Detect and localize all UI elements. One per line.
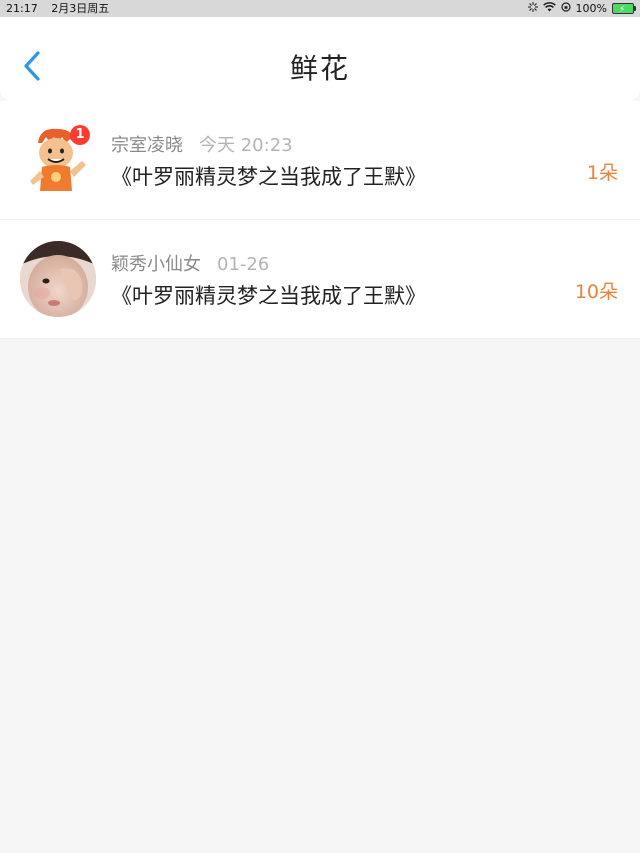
user-name[interactable]: 颖秀小仙女 — [111, 254, 201, 275]
avatar[interactable] — [20, 241, 96, 317]
flower-count: 10朵 — [574, 281, 618, 303]
status-bar-left: 21:17 2月3日周五 — [6, 0, 119, 17]
status-date: 2月3日周五 — [51, 2, 110, 15]
loading-icon — [527, 0, 538, 17]
item-time: 今天 20:23 — [199, 135, 293, 156]
battery-icon: ⚡ — [612, 3, 636, 15]
status-time: 21:17 — [6, 2, 38, 15]
work-title[interactable]: 《叶罗丽精灵梦之当我成了王默》 — [111, 280, 426, 310]
list-item[interactable]: 颖秀小仙女 01-26 《叶罗丽精灵梦之当我成了王默》 10朵 — [0, 220, 640, 339]
item-meta: 宗室凌晓 今天 20:23 — [111, 131, 293, 157]
wifi-icon — [542, 0, 556, 17]
status-bar-right: 100% ⚡ — [527, 0, 636, 17]
user-name[interactable]: 宗室凌晓 — [111, 135, 183, 156]
navigation-bar: 鲜花 — [0, 17, 640, 101]
child-photo-avatar-icon — [20, 241, 96, 317]
item-time: 01-26 — [217, 254, 270, 275]
battery-percent: 100% — [575, 2, 607, 15]
orientation-lock-icon — [560, 0, 571, 17]
status-bar: 21:17 2月3日周五 100% ⚡ — [0, 0, 640, 17]
work-title[interactable]: 《叶罗丽精灵梦之当我成了王默》 — [111, 161, 426, 191]
list-item[interactable]: 1 宗室凌晓 今天 20:23 《叶罗丽精灵梦之当我成了王默》 1朵 — [0, 101, 640, 220]
item-meta: 颖秀小仙女 01-26 — [111, 250, 269, 276]
flower-list: 1 宗室凌晓 今天 20:23 《叶罗丽精灵梦之当我成了王默》 1朵 颖秀小仙女… — [0, 101, 640, 339]
page-title: 鲜花 — [289, 52, 350, 85]
unread-badge: 1 — [70, 125, 90, 145]
flower-count: 1朵 — [586, 162, 618, 184]
